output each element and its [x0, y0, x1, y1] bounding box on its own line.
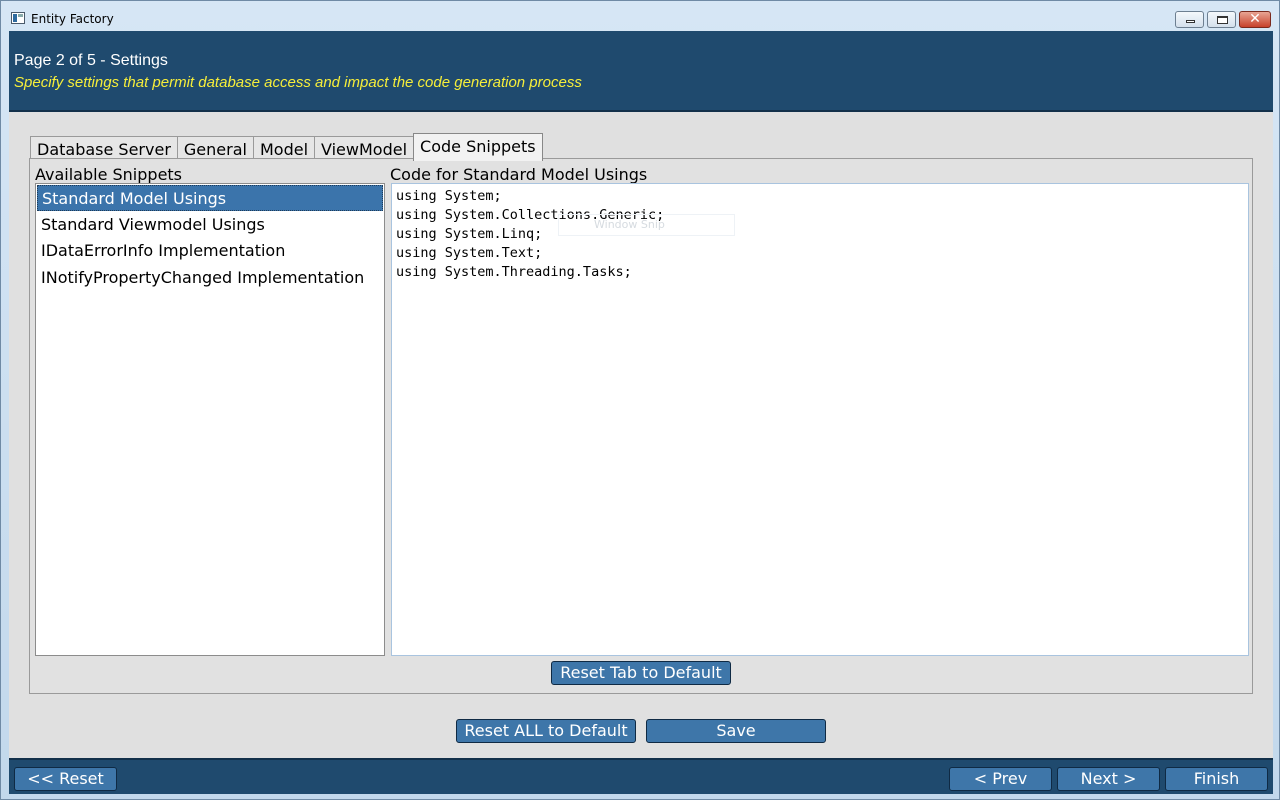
- maximize-icon: [1217, 16, 1228, 24]
- code-line: using System.Threading.Tasks;: [396, 264, 632, 280]
- page-header: Page 2 of 5 - Settings Specify settings …: [9, 31, 1273, 112]
- page-subtitle: Specify settings that permit database ac…: [14, 74, 582, 91]
- wizard-footer: << Reset < Prev Next > Finish: [9, 758, 1273, 794]
- reset-wizard-button[interactable]: << Reset: [14, 767, 117, 791]
- save-button[interactable]: Save: [646, 719, 826, 743]
- prev-button[interactable]: < Prev: [949, 767, 1052, 791]
- reset-tab-button[interactable]: Reset Tab to Default: [551, 661, 731, 685]
- code-editor[interactable]: using System; using System.Collections.G…: [391, 183, 1249, 656]
- settings-tabs: Database Server General Model ViewModel …: [30, 133, 543, 161]
- tab-code-snippets[interactable]: Code Snippets: [413, 133, 543, 161]
- title-bar[interactable]: Entity Factory ✕: [1, 1, 1279, 31]
- main-content: Page 2 of 5 - Settings Specify settings …: [9, 31, 1273, 794]
- minimize-button[interactable]: [1175, 11, 1204, 28]
- code-line: using System.Text;: [396, 245, 543, 261]
- code-snippets-panel: Available Snippets Code for Standard Mod…: [29, 158, 1253, 694]
- code-label: Code for Standard Model Usings: [390, 165, 648, 184]
- code-line: using System.Linq;: [396, 226, 543, 242]
- snippet-item-inotifypropertychanged[interactable]: INotifyPropertyChanged Implementation: [37, 265, 383, 291]
- maximize-button[interactable]: [1207, 11, 1236, 28]
- snippet-item-standard-model-usings[interactable]: Standard Model Usings: [37, 185, 383, 211]
- code-line: using System.Collections.Generic;: [396, 207, 665, 223]
- window-title: Entity Factory: [31, 12, 114, 26]
- finish-button[interactable]: Finish: [1165, 767, 1268, 791]
- close-button[interactable]: ✕: [1239, 11, 1271, 28]
- available-snippets-label: Available Snippets: [35, 165, 183, 184]
- reset-all-button[interactable]: Reset ALL to Default: [456, 719, 636, 743]
- code-line: using System;: [396, 188, 502, 204]
- close-icon: ✕: [1249, 11, 1261, 27]
- page-title: Page 2 of 5 - Settings: [14, 52, 168, 69]
- ghost-tooltip: Window Snip: [558, 214, 735, 236]
- snippet-item-idataerrorinfo[interactable]: IDataErrorInfo Implementation: [37, 238, 383, 264]
- snippet-item-standard-viewmodel-usings[interactable]: Standard Viewmodel Usings: [37, 212, 383, 238]
- app-icon: [11, 12, 25, 24]
- next-button[interactable]: Next >: [1057, 767, 1160, 791]
- snippets-list[interactable]: Standard Model Usings Standard Viewmodel…: [35, 183, 385, 656]
- minimize-icon: [1186, 20, 1195, 23]
- app-window: Entity Factory ✕ Page 2 of 5 - Settings …: [0, 0, 1280, 800]
